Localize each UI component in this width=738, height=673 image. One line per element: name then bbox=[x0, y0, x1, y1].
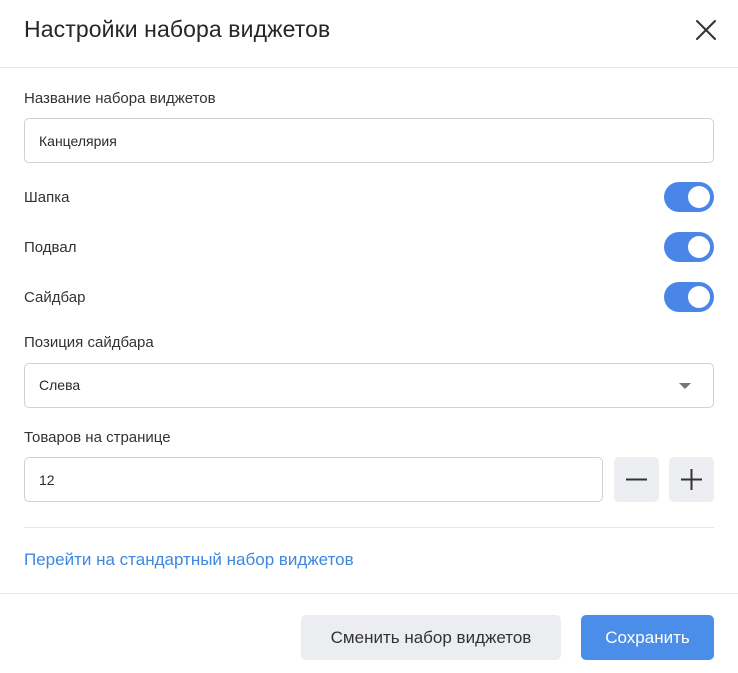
dialog-header: Настройки набора виджетов bbox=[0, 0, 738, 68]
items-per-page-input[interactable] bbox=[24, 457, 603, 502]
name-field-input[interactable] bbox=[24, 118, 714, 163]
sidebar-toggle[interactable] bbox=[664, 282, 714, 312]
toggle-knob bbox=[688, 286, 710, 308]
items-per-page-label: Товаров на странице bbox=[24, 429, 171, 446]
toggle-knob bbox=[688, 186, 710, 208]
sidebar-position-select[interactable]: Слева bbox=[24, 363, 714, 408]
sidebar-position-label: Позиция сайдбара bbox=[24, 334, 154, 351]
header-toggle[interactable] bbox=[664, 182, 714, 212]
toggle-label-sidebar: Сайдбар bbox=[24, 289, 86, 306]
caret-down-icon bbox=[679, 383, 691, 389]
dialog-footer: Сменить набор виджетов Сохранить bbox=[0, 593, 738, 673]
footer-toggle[interactable] bbox=[664, 232, 714, 262]
section-divider bbox=[24, 527, 714, 528]
toggle-row-footer: Подвал bbox=[24, 232, 714, 264]
dialog-title: Настройки набора виджетов bbox=[24, 16, 331, 42]
close-button[interactable] bbox=[692, 16, 720, 44]
toggle-label-header: Шапка bbox=[24, 189, 70, 206]
toggle-row-header: Шапка bbox=[24, 182, 714, 214]
minus-icon bbox=[626, 478, 647, 481]
decrement-button[interactable] bbox=[614, 457, 659, 502]
name-field-label: Название набора виджетов bbox=[24, 90, 216, 107]
plus-icon bbox=[681, 469, 702, 490]
close-icon bbox=[696, 20, 716, 40]
toggle-label-footer: Подвал bbox=[24, 239, 77, 256]
save-button[interactable]: Сохранить bbox=[581, 615, 714, 660]
change-widget-set-button[interactable]: Сменить набор виджетов bbox=[301, 615, 561, 660]
sidebar-position-value: Слева bbox=[39, 377, 81, 393]
switch-to-default-set-link[interactable]: Перейти на стандартный набор виджетов bbox=[24, 550, 354, 570]
increment-button[interactable] bbox=[669, 457, 714, 502]
widget-set-settings-dialog: Настройки набора виджетов Название набор… bbox=[0, 0, 738, 673]
toggle-knob bbox=[688, 236, 710, 258]
toggle-row-sidebar: Сайдбар bbox=[24, 282, 714, 314]
